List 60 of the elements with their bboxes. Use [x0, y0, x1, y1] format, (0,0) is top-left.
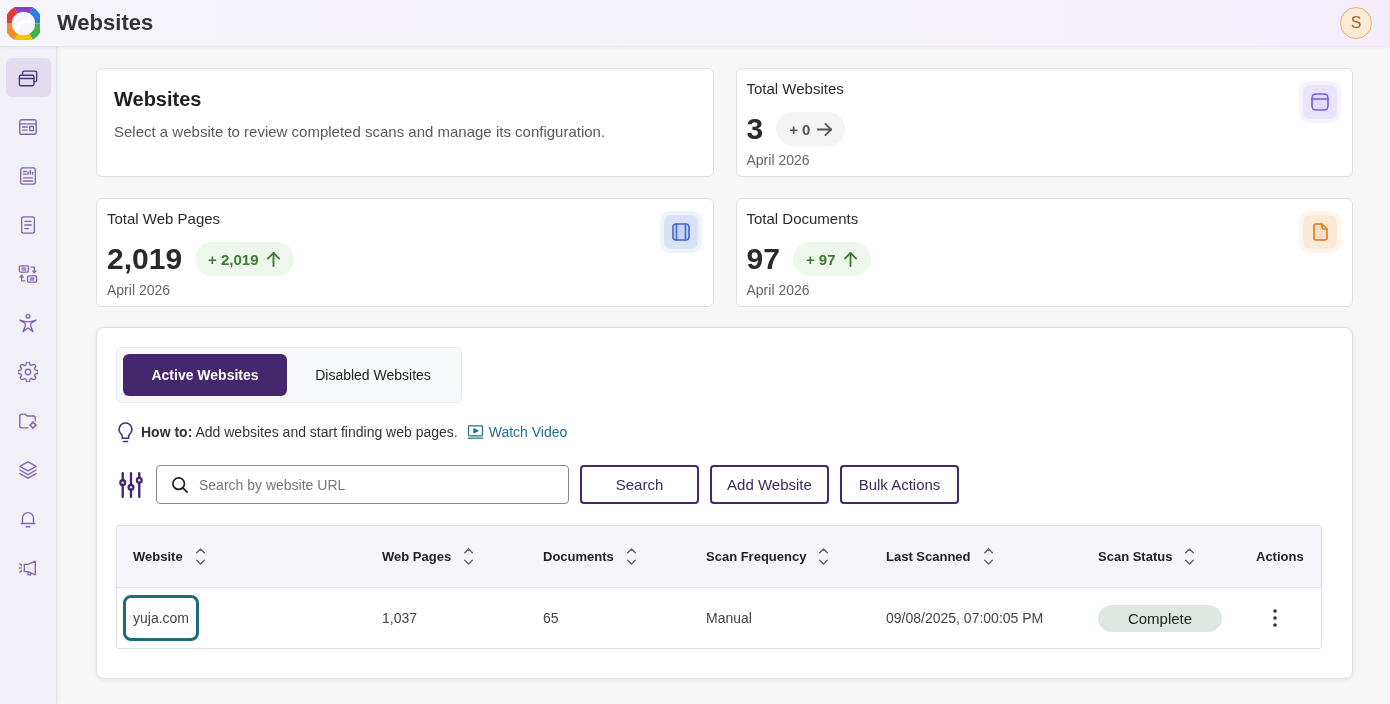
sort-icon[interactable]	[463, 548, 475, 565]
stat-title: Total Web Pages	[107, 209, 222, 229]
table-cell: 1,037	[382, 610, 418, 626]
change-value: + 97	[805, 250, 836, 268]
document-icon	[18, 214, 38, 235]
stat-period: April 2026	[746, 281, 811, 299]
arrow-right-icon	[817, 121, 833, 137]
stat-period: April 2026	[746, 151, 811, 169]
more-icon[interactable]	[1272, 609, 1278, 627]
sort-icon[interactable]	[1184, 548, 1196, 565]
stat-value: 3	[746, 112, 764, 146]
arrow-up-icon	[265, 251, 281, 267]
stat-period: April 2026	[107, 281, 172, 299]
add-website-button[interactable]: Add Website	[710, 465, 829, 504]
report-icon	[18, 165, 38, 186]
layers-icon	[18, 459, 38, 480]
search-button[interactable]: Search	[580, 465, 699, 504]
page-title: Websites	[57, 10, 154, 36]
stat-value: 2,019	[107, 242, 183, 276]
change-value: + 2,019	[208, 250, 259, 268]
table-cell: 65	[543, 610, 559, 626]
column-header: Documents	[543, 549, 614, 564]
change-value: + 0	[789, 120, 811, 138]
tab[interactable]: Active Websites	[123, 354, 287, 396]
swap-icon	[18, 263, 38, 284]
column-header: Last Scanned	[886, 549, 971, 564]
sort-icon[interactable]	[818, 548, 830, 565]
video-icon	[466, 425, 484, 439]
tab[interactable]: Disabled Websites	[291, 354, 455, 396]
user-avatar[interactable]: S	[1340, 7, 1372, 39]
table-cell: Manual	[706, 610, 752, 626]
sidebar-item[interactable]	[5, 58, 51, 97]
column-header: Scan Frequency	[706, 549, 807, 564]
search-field[interactable]: Search by website URL	[156, 465, 569, 504]
accessibility-icon	[18, 312, 38, 333]
stat-value: 97	[746, 242, 780, 276]
arrow-up-icon	[842, 251, 858, 267]
sort-icon[interactable]	[982, 548, 994, 565]
intro-title: Websites	[114, 88, 203, 110]
bulk-actions-button[interactable]: Bulk Actions	[840, 465, 959, 504]
column-header: Web Pages	[382, 549, 452, 564]
table-cell: 09/08/2025, 07:00:05 PM	[886, 610, 1044, 626]
website-link[interactable]: yuja.com	[123, 595, 200, 641]
column-header: Actions	[1256, 549, 1304, 564]
stat-title: Total Websites	[746, 79, 845, 99]
sliders-icon[interactable]	[119, 471, 143, 498]
settings-icon	[18, 361, 38, 382]
column-header: Website	[133, 549, 183, 564]
logo-icon[interactable]	[7, 6, 40, 40]
search-icon	[172, 477, 188, 493]
watch-video-link[interactable]: Watch Video	[466, 424, 568, 440]
stat-title: Total Documents	[746, 209, 860, 229]
browser-layout-icon	[18, 116, 38, 137]
sort-icon[interactable]	[194, 548, 206, 565]
column-header: Scan Status	[1098, 549, 1173, 564]
how-to-text: How to: Add websites and start finding web pages.	[141, 424, 458, 440]
intro-description: Select a website to review completed scans and manage its configuration.	[114, 123, 607, 141]
sort-icon[interactable]	[625, 548, 637, 565]
status-badge: Complete	[1098, 604, 1222, 632]
lightbulb-icon	[118, 421, 133, 443]
